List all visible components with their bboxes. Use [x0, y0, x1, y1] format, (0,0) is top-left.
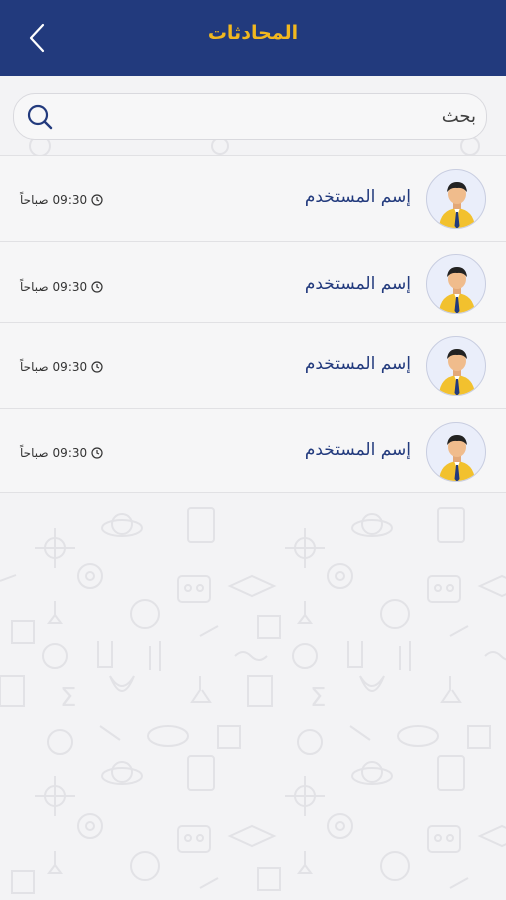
conversation-item[interactable]: إسم المستخدم صباحاً 09:30	[0, 408, 506, 493]
user-avatar-icon	[439, 182, 475, 228]
search-bar	[13, 93, 487, 140]
contact-name: إسم المستخدم	[304, 187, 411, 207]
conversation-item[interactable]: إسم المستخدم صباحاً 09:30	[0, 241, 506, 322]
user-avatar-icon	[439, 267, 475, 313]
contact-name: إسم المستخدم	[304, 354, 411, 374]
time-value: 09:30	[52, 280, 88, 294]
avatar	[426, 336, 486, 396]
conversation-list: إسم المستخدم صباحاً 09:30 إسم المستخدم ص…	[0, 155, 506, 493]
avatar	[426, 422, 486, 482]
user-avatar-icon	[439, 435, 475, 481]
svg-text:Σ: Σ	[310, 683, 326, 713]
contact-name: إسم المستخدم	[304, 440, 411, 460]
avatar	[426, 254, 486, 314]
message-time: صباحاً 09:30	[20, 446, 103, 460]
time-period: صباحاً	[20, 360, 49, 374]
search-icon[interactable]	[26, 103, 54, 131]
time-period: صباحاً	[20, 280, 49, 294]
time-period: صباحاً	[20, 193, 49, 207]
avatar	[426, 169, 486, 229]
message-time: صباحاً 09:30	[20, 360, 103, 374]
time-value: 09:30	[52, 193, 88, 207]
conversation-item[interactable]: إسم المستخدم صباحاً 09:30	[0, 322, 506, 408]
app-header: المحادثات	[0, 0, 506, 76]
clock-icon	[91, 361, 103, 373]
clock-icon	[91, 447, 103, 459]
user-avatar-icon	[439, 349, 475, 395]
clock-icon	[91, 194, 103, 206]
clock-icon	[91, 281, 103, 293]
message-time: صباحاً 09:30	[20, 280, 103, 294]
conversation-item[interactable]: إسم المستخدم صباحاً 09:30	[0, 155, 506, 241]
svg-text:Σ: Σ	[60, 683, 76, 713]
message-time: صباحاً 09:30	[20, 193, 103, 207]
time-value: 09:30	[52, 446, 88, 460]
time-value: 09:30	[52, 360, 88, 374]
contact-name: إسم المستخدم	[304, 274, 411, 294]
search-input[interactable]	[66, 94, 476, 139]
time-period: صباحاً	[20, 446, 49, 460]
page-title: المحادثات	[207, 22, 299, 44]
